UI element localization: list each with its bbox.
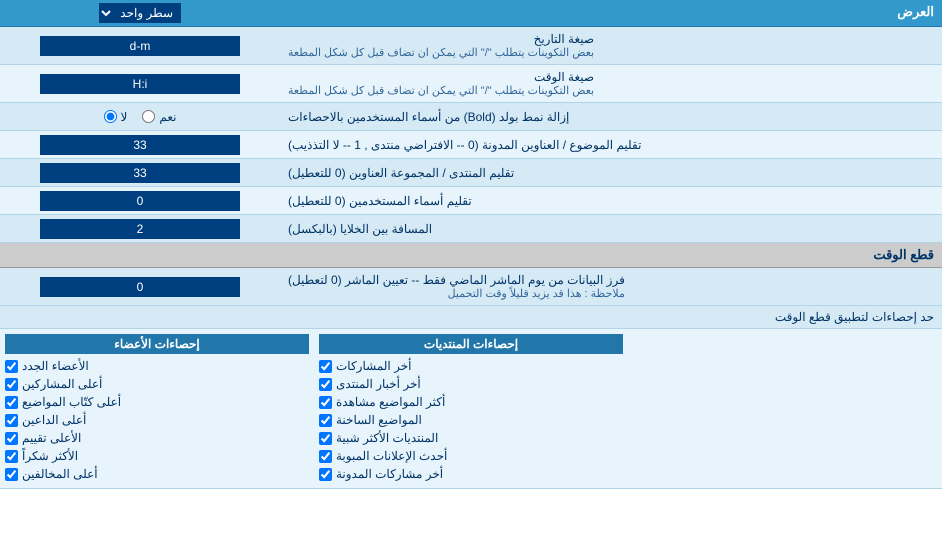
top-posters-checkbox[interactable]	[5, 378, 18, 391]
hot-topics-checkbox[interactable]	[319, 414, 332, 427]
bold-remove-row: إزالة نمط بولد (Bold) من أسماء المستخدمي…	[0, 103, 942, 131]
bold-yes-option[interactable]: نعم	[142, 110, 176, 124]
cell-gap-control	[0, 215, 280, 242]
header-row: العرض سطر واحد سطران ثلاثة أسطر	[0, 0, 942, 27]
new-members-checkbox[interactable]	[5, 360, 18, 373]
topic-trim-label: تقليم الموضوع / العناوين المدونة (0 -- ا…	[280, 131, 942, 158]
header-control: سطر واحد سطران ثلاثة أسطر	[0, 0, 280, 26]
top-posters-item: أعلى المشاركين	[5, 375, 309, 393]
hot-topics-item: المواضيع الساخنة	[319, 411, 623, 429]
top-writers-checkbox[interactable]	[5, 396, 18, 409]
username-trim-label: تقليم أسماء المستخدمين (0 للتعطيل)	[280, 187, 942, 214]
cutoff-row: فرز البيانات من يوم الماشر الماضي فقط --…	[0, 268, 942, 306]
most-similar-checkbox[interactable]	[319, 432, 332, 445]
forum-trim-label: تقليم المنتدى / المجموعة العناوين (0 للت…	[280, 159, 942, 186]
posts-stats-header: إحصاءات المنتديات	[319, 334, 623, 354]
top-raters-checkbox[interactable]	[5, 432, 18, 445]
bold-no-option[interactable]: لا	[104, 110, 128, 124]
bold-no-radio[interactable]	[104, 110, 117, 123]
latest-ads-item: أحدث الإعلانات المبوبة	[319, 447, 623, 465]
latest-posts-item: أخر المشاركات	[319, 357, 623, 375]
time-format-control	[0, 65, 280, 102]
topic-trim-row: تقليم الموضوع / العناوين المدونة (0 -- ا…	[0, 131, 942, 159]
top-referrers-checkbox[interactable]	[5, 414, 18, 427]
topic-trim-input[interactable]	[40, 135, 240, 155]
cell-gap-row: المسافة بين الخلايا (بالبكسل)	[0, 215, 942, 243]
latest-mentions-checkbox[interactable]	[319, 468, 332, 481]
cutoff-section-header: قطع الوقت	[0, 243, 942, 268]
cell-gap-label: المسافة بين الخلايا (بالبكسل)	[280, 215, 942, 242]
date-format-row: صيغة التاريخ بعض التكوينات يتطلب "/" الت…	[0, 27, 942, 65]
display-select[interactable]: سطر واحد سطران ثلاثة أسطر	[99, 3, 181, 23]
username-trim-input[interactable]	[40, 191, 240, 211]
top-visitors-item: أعلى المخالفين	[5, 465, 309, 483]
time-format-row: صيغة الوقت بعض التكوينات يتطلب "/" التي …	[0, 65, 942, 103]
date-format-input[interactable]	[40, 36, 240, 56]
bold-yes-radio[interactable]	[142, 110, 155, 123]
most-viewed-item: أكثر المواضيع مشاهدة	[319, 393, 623, 411]
cell-gap-input[interactable]	[40, 219, 240, 239]
most-viewed-checkbox[interactable]	[319, 396, 332, 409]
top-raters-item: الأعلى تقييم	[5, 429, 309, 447]
date-format-label: صيغة التاريخ بعض التكوينات يتطلب "/" الت…	[280, 27, 942, 64]
topic-trim-control	[0, 131, 280, 158]
username-trim-row: تقليم أسماء المستخدمين (0 للتعطيل)	[0, 187, 942, 215]
most-thanks-item: الأكثر شكراً	[5, 447, 309, 465]
latest-ads-checkbox[interactable]	[319, 450, 332, 463]
username-trim-control	[0, 187, 280, 214]
posts-stats-column: إحصاءات المنتديات أخر المشاركات أخر أخبا…	[314, 334, 628, 483]
stats-limit-col	[628, 334, 942, 483]
bold-remove-control: نعم لا	[0, 107, 280, 127]
forum-trim-control	[0, 159, 280, 186]
date-format-control	[0, 27, 280, 64]
time-format-input[interactable]	[40, 74, 240, 94]
most-similar-item: المنتديات الأكثر شبية	[319, 429, 623, 447]
latest-forum-news-checkbox[interactable]	[319, 378, 332, 391]
top-writers-item: أعلى كتّاب المواضيع	[5, 393, 309, 411]
bold-remove-label: إزالة نمط بولد (Bold) من أسماء المستخدمي…	[280, 105, 942, 129]
cutoff-label: فرز البيانات من يوم الماشر الماضي فقط --…	[280, 268, 942, 305]
time-format-label: صيغة الوقت بعض التكوينات يتطلب "/" التي …	[280, 65, 942, 102]
most-thanks-checkbox[interactable]	[5, 450, 18, 463]
latest-forum-news-item: أخر أخبار المنتدى	[319, 375, 623, 393]
stats-limit-label: حد إحصاءات لتطبيق قطع الوقت	[775, 310, 934, 324]
top-visitors-checkbox[interactable]	[5, 468, 18, 481]
stats-limit-row: حد إحصاءات لتطبيق قطع الوقت	[0, 306, 942, 329]
cutoff-input[interactable]	[40, 277, 240, 297]
cutoff-control	[0, 268, 280, 305]
header-label: العرض	[280, 0, 942, 26]
members-stats-header: إحصاءات الأعضاء	[5, 334, 309, 354]
forum-trim-row: تقليم المنتدى / المجموعة العناوين (0 للت…	[0, 159, 942, 187]
latest-posts-checkbox[interactable]	[319, 360, 332, 373]
main-container: العرض سطر واحد سطران ثلاثة أسطر صيغة الت…	[0, 0, 942, 489]
forum-trim-input[interactable]	[40, 163, 240, 183]
checkboxes-section: إحصاءات المنتديات أخر المشاركات أخر أخبا…	[0, 329, 942, 489]
latest-mentions-item: أخر مشاركات المدونة	[319, 465, 623, 483]
new-members-item: الأعضاء الجدد	[5, 357, 309, 375]
members-stats-column: إحصاءات الأعضاء الأعضاء الجدد أعلى المشا…	[0, 334, 314, 483]
top-referrers-item: أعلى الداعين	[5, 411, 309, 429]
